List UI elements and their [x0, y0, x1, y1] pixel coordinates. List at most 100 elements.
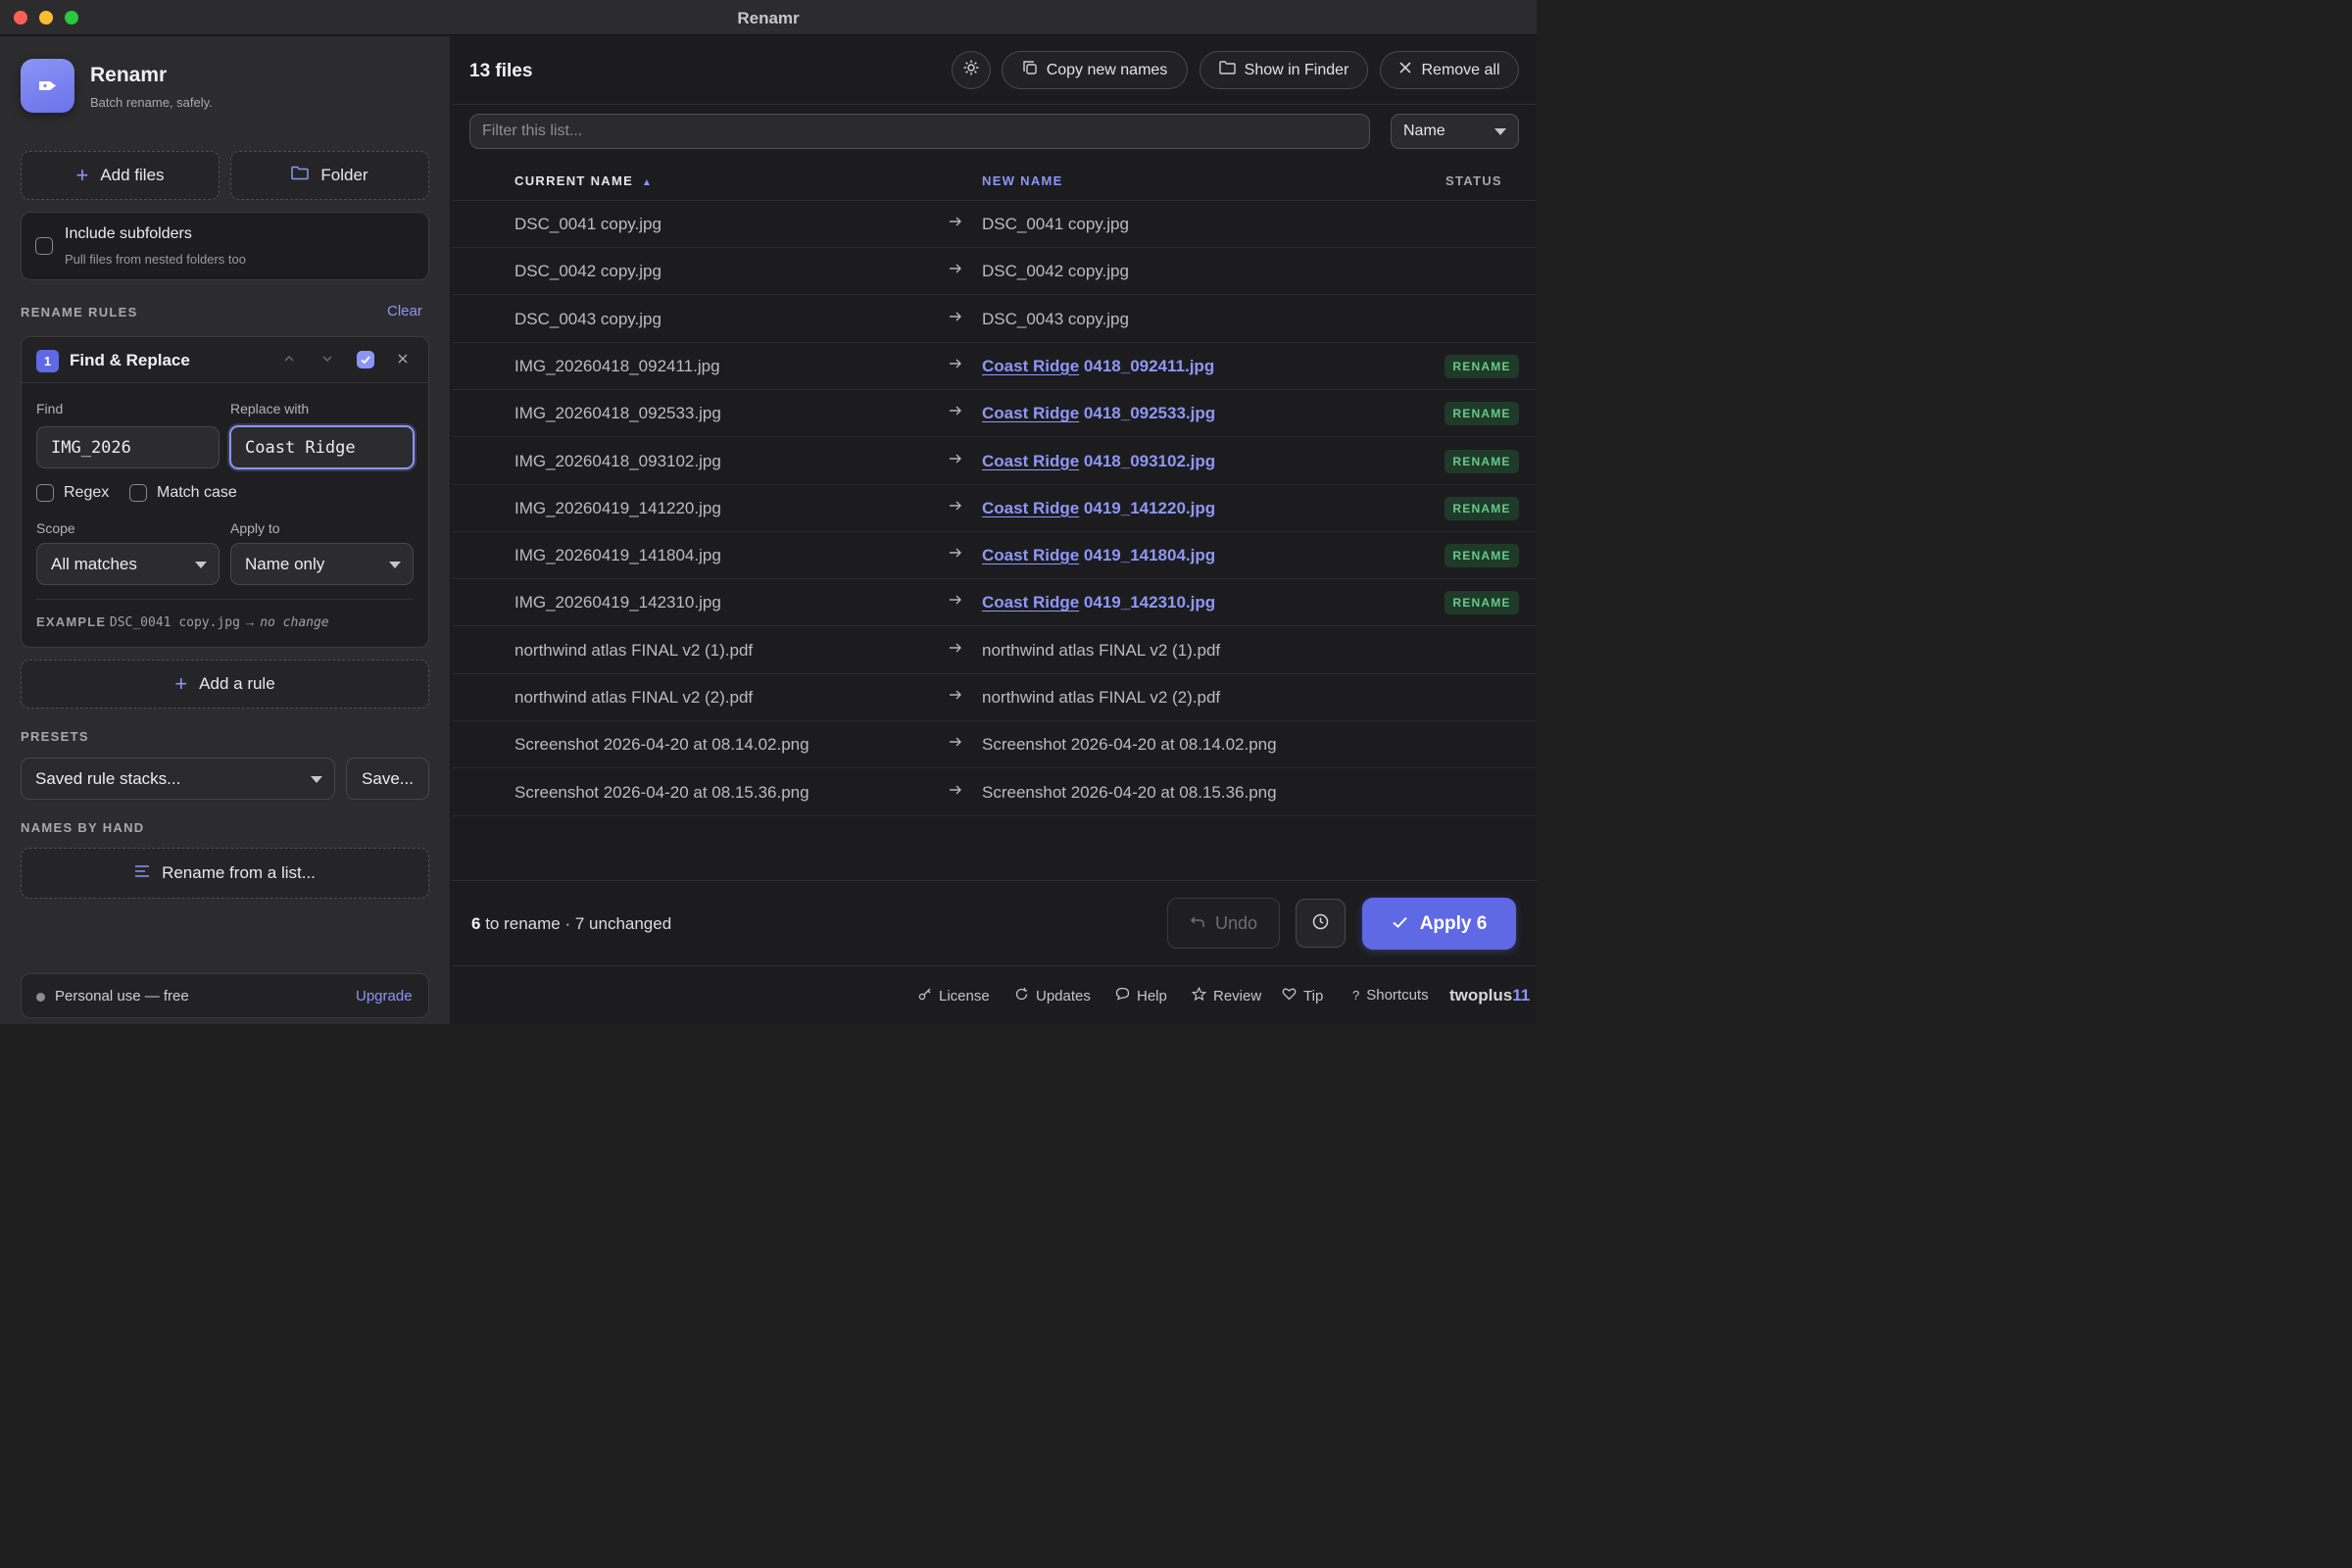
arrow-right-icon: [949, 310, 962, 326]
undo-icon: [1190, 913, 1205, 934]
rule-enabled-checkbox[interactable]: [357, 351, 374, 368]
folder-icon: [1218, 61, 1236, 79]
save-preset-button[interactable]: Save...: [346, 758, 429, 800]
apply-button[interactable]: Apply 6: [1362, 898, 1516, 950]
new-name-text: 0418_092411.jpg: [1083, 356, 1215, 375]
brand-name: twoplus: [1449, 986, 1513, 1004]
shortcuts-link-label: Shortcuts: [1366, 987, 1429, 1004]
add-files-button[interactable]: + Add files: [21, 151, 220, 200]
arrow-right-icon: [949, 688, 962, 705]
history-button[interactable]: [1296, 899, 1346, 948]
table-row[interactable]: IMG_20260419_141804.jpg Coast Ridge 0419_…: [452, 532, 1537, 580]
move-rule-down-icon[interactable]: [320, 352, 334, 368]
folder-icon: [291, 166, 310, 185]
copy-new-names-button[interactable]: Copy new names: [1002, 51, 1188, 89]
new-name-cell: northwind atlas FINAL v2 (2).pdf: [982, 688, 1220, 708]
add-files-label: Add files: [100, 166, 165, 184]
footer-divider: [452, 880, 1537, 881]
table-row[interactable]: IMG_20260418_092533.jpg Coast Ridge 0418_…: [452, 390, 1537, 438]
question-icon: ?: [1352, 988, 1360, 1003]
refresh-icon: [1014, 987, 1029, 1005]
example-label: EXAMPLE: [36, 614, 107, 629]
new-name-text: 0419_141804.jpg: [1083, 546, 1216, 565]
new-name-cell: DSC_0043 copy.jpg: [982, 310, 1129, 329]
filter-input[interactable]: Filter this list...: [469, 114, 1370, 149]
remove-all-button[interactable]: Remove all: [1380, 51, 1519, 89]
table-row[interactable]: Screenshot 2026-04-20 at 08.15.36.png Scr…: [452, 769, 1537, 816]
updates-link[interactable]: Updates: [1014, 987, 1091, 1005]
new-name-cell: Coast Ridge 0419_142310.jpg: [982, 593, 1215, 612]
sort-select[interactable]: Name: [1391, 114, 1519, 149]
upgrade-link[interactable]: Upgrade: [356, 988, 413, 1004]
table-row[interactable]: DSC_0041 copy.jpg DSC_0041 copy.jpg: [452, 201, 1537, 248]
license-text: Personal use — free: [55, 988, 189, 1004]
new-name-text: Screenshot 2026-04-20 at 08.15.36.png: [982, 782, 1277, 802]
table-row[interactable]: IMG_20260418_093102.jpg Coast Ridge 0418_…: [452, 438, 1537, 485]
current-name-cell: DSC_0041 copy.jpg: [514, 215, 662, 233]
review-link[interactable]: Review: [1191, 986, 1262, 1005]
new-name-cell: DSC_0041 copy.jpg: [982, 215, 1129, 234]
shortcuts-link[interactable]: ? Shortcuts: [1352, 987, 1429, 1004]
arrow-right-icon: [949, 546, 962, 563]
new-name-text: DSC_0043 copy.jpg: [982, 309, 1129, 328]
add-rule-button[interactable]: + Add a rule: [21, 660, 429, 709]
table-row[interactable]: northwind atlas FINAL v2 (1).pdf northwin…: [452, 627, 1537, 674]
remove-all-label: Remove all: [1421, 61, 1500, 78]
rule-number-badge: 1: [36, 350, 59, 372]
add-folder-button[interactable]: Folder: [230, 151, 429, 200]
new-name-cell: Coast Ridge 0418_093102.jpg: [982, 452, 1215, 471]
remove-rule-icon[interactable]: [396, 352, 410, 368]
title-bar: Renamr: [0, 0, 1537, 35]
show-in-finder-button[interactable]: Show in Finder: [1200, 51, 1368, 89]
undo-button[interactable]: Undo: [1167, 898, 1280, 949]
new-name-cell: Coast Ridge 0418_092411.jpg: [982, 357, 1214, 376]
current-name-cell: IMG_20260419_141804.jpg: [514, 546, 721, 565]
brand-logo[interactable]: twoplus11: [1449, 986, 1530, 1005]
review-link-label: Review: [1213, 988, 1262, 1004]
current-name-column-header[interactable]: CURRENT NAME ▲: [514, 173, 653, 188]
presets-select[interactable]: Saved rule stacks...: [21, 758, 335, 800]
table-row[interactable]: IMG_20260418_092411.jpg Coast Ridge 0418_…: [452, 343, 1537, 390]
arrow-right-icon: [949, 783, 962, 800]
table-row[interactable]: northwind atlas FINAL v2 (2).pdf northwin…: [452, 674, 1537, 721]
table-row[interactable]: Screenshot 2026-04-20 at 08.14.02.png Scr…: [452, 721, 1537, 769]
presets-value: Saved rule stacks...: [35, 768, 181, 788]
match-case-checkbox[interactable]: [129, 484, 147, 502]
new-name-column-header[interactable]: NEW NAME: [982, 173, 1063, 188]
status-badge: RENAME: [1445, 449, 1519, 473]
list-icon: [134, 863, 150, 883]
help-link[interactable]: Help: [1115, 987, 1167, 1004]
show-in-finder-label: Show in Finder: [1244, 61, 1349, 78]
example-arrow: →: [243, 614, 257, 629]
rename-from-list-button[interactable]: Rename from a list...: [21, 848, 429, 899]
dropdown-arrow-icon: [311, 776, 322, 783]
presets-heading: PRESETS: [21, 729, 89, 744]
settings-button[interactable]: [952, 51, 991, 89]
clear-rules-link[interactable]: Clear: [387, 303, 422, 319]
dropdown-arrow-icon: [195, 562, 207, 568]
include-subfolders-checkbox[interactable]: [35, 237, 53, 255]
tip-link[interactable]: Tip: [1282, 987, 1323, 1004]
table-row[interactable]: IMG_20260419_141220.jpg Coast Ridge 0419_…: [452, 485, 1537, 532]
table-row[interactable]: DSC_0042 copy.jpg DSC_0042 copy.jpg: [452, 248, 1537, 296]
scope-select[interactable]: All matches: [36, 543, 220, 585]
find-label: Find: [36, 401, 64, 416]
new-name-text: 0418_093102.jpg: [1083, 451, 1216, 470]
rule-example: EXAMPLE DSC_0041 copy.jpg → no change: [36, 614, 329, 630]
new-name-cell: Coast Ridge 0418_092533.jpg: [982, 404, 1215, 423]
table-row[interactable]: IMG_20260419_142310.jpg Coast Ridge 0419_…: [452, 579, 1537, 627]
scope-label: Scope: [36, 520, 75, 536]
license-link[interactable]: License: [918, 987, 990, 1004]
table-row[interactable]: DSC_0043 copy.jpg DSC_0043 copy.jpg: [452, 296, 1537, 343]
names-by-hand-heading: NAMES BY HAND: [21, 820, 145, 835]
regex-checkbox[interactable]: [36, 484, 54, 502]
status-badge: RENAME: [1445, 591, 1519, 615]
find-input[interactable]: IMG_2026: [36, 426, 220, 468]
apply-to-select[interactable]: Name only: [230, 543, 414, 585]
include-subfolders-label: Include subfolders: [65, 225, 192, 242]
scope-value: All matches: [51, 554, 137, 573]
check-icon: [361, 356, 370, 365]
move-rule-up-icon[interactable]: [282, 352, 296, 368]
replace-input[interactable]: Coast Ridge: [229, 425, 415, 469]
sort-value: Name: [1403, 122, 1446, 139]
